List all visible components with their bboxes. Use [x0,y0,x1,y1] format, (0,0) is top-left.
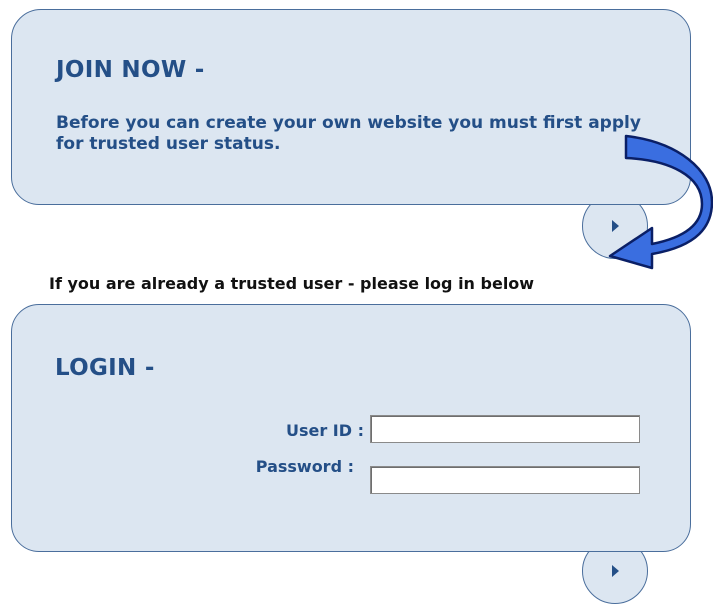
login-panel: LOGIN - User ID : Password : [11,304,691,552]
password-label: Password : [255,457,354,476]
password-input[interactable] [370,466,640,494]
join-now-description: Before you can create your own website y… [56,113,641,154]
join-login-page: JOIN NOW - Before you can create your ow… [0,0,713,607]
login-heading: LOGIN - [55,355,155,381]
join-now-heading: JOIN NOW - [56,57,205,83]
user-id-label: User ID : [285,421,364,440]
user-id-input[interactable] [370,415,640,443]
curved-arrow-icon [608,134,713,270]
trusted-user-notice: If you are already a trusted user - plea… [49,274,535,293]
play-arrow-icon [612,565,619,577]
